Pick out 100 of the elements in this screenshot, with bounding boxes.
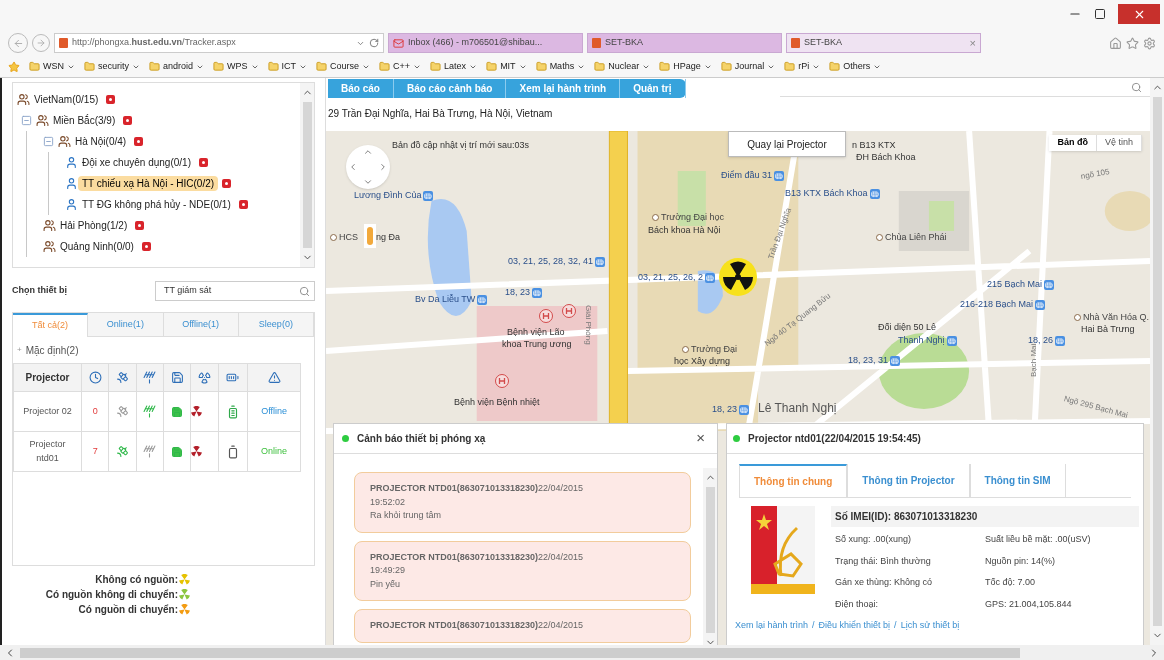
map-label: Bệnh viện Bệnh nhiệt — [454, 396, 540, 409]
bookmark-folder[interactable]: C++ — [393, 59, 411, 74]
star-icon[interactable] — [8, 60, 20, 73]
folder-icon — [267, 61, 279, 72]
favorites-icon[interactable] — [1126, 36, 1139, 50]
alert-card[interactable]: PROJECTOR NTD01(863071013318230)22/04/2015 19:49:29 Pin yếu — [354, 540, 691, 601]
bookmark-folder[interactable]: MIT — [500, 59, 516, 74]
device-search-field[interactable]: TT giám sát — [155, 281, 315, 301]
browser-tab[interactable]: SET-BKA — [587, 33, 782, 53]
bookmark-folder[interactable]: WSN — [43, 59, 64, 74]
browser-tab[interactable]: Inbox (466) - m706501@shibau... — [388, 33, 583, 53]
address-field[interactable]: http://phongxa.hust.edu.vn/Tracker.aspx — [54, 33, 384, 53]
alert-card[interactable]: PROJECTOR NTD01(863071013318230)22/04/2015 19:52:02 Ra khỏi trung tâm — [354, 472, 691, 533]
bookmark-folder[interactable]: Course — [330, 59, 360, 74]
bookmark-folder[interactable]: security — [98, 59, 129, 74]
home-icon[interactable] — [1109, 36, 1122, 50]
map-type-toggle[interactable]: Vệ tinh — [1096, 135, 1142, 151]
bus-stop-icon — [1055, 335, 1066, 346]
bookmark-folder[interactable]: Journal — [734, 59, 765, 74]
bookmark-folder[interactable]: WPS — [227, 59, 248, 74]
folder-icon — [829, 61, 841, 72]
folder-icon — [659, 61, 671, 72]
bookmark-folder[interactable]: Others — [843, 59, 871, 74]
panel-title: Cảnh báo thiết bị phóng xạ — [357, 432, 487, 446]
folder-icon — [784, 61, 796, 72]
map-label: Trần Đại Nghĩa — [765, 206, 795, 262]
scrollbar[interactable] — [1150, 78, 1164, 645]
tree-item[interactable]: TT ĐG không phá hủy - NDE(0/1) — [78, 197, 235, 212]
tree-item[interactable]: Đội xe chuyên dụng(0/1) — [78, 155, 195, 170]
tree-item[interactable]: TT chiếu xạ Hà Nội - HIC(0/2) — [78, 176, 219, 191]
people-icon — [43, 240, 56, 253]
map-label: Lương Đình Của — [354, 189, 422, 202]
scroll-down-icon[interactable] — [704, 637, 716, 645]
pegman-icon[interactable] — [364, 224, 376, 248]
alert-badge-icon — [222, 179, 232, 188]
back-to-projector-button[interactable]: Quay lại Projector — [728, 131, 846, 157]
memory-card-icon — [171, 405, 184, 418]
panel-title: Projector ntd01(22/04/2015 19:54:45) — [748, 432, 921, 446]
bookmark-folder[interactable]: Maths — [549, 59, 575, 74]
tree-item[interactable]: Hà Nội(0/4) — [71, 134, 131, 149]
horizontal-scrollbar[interactable] — [0, 645, 1164, 660]
alert-badge-icon — [135, 221, 145, 230]
tree-item[interactable]: Hải Phòng(1/2) — [56, 218, 132, 233]
map-type-toggle[interactable]: Bản đồ — [1049, 135, 1097, 151]
info-tab[interactable]: Thông tin Projector — [847, 464, 970, 497]
refresh-icon[interactable] — [369, 38, 379, 48]
browser-tab[interactable]: SET-BKA × — [786, 33, 981, 53]
alert-badge-icon — [134, 137, 144, 146]
bookmark-folder[interactable]: Latex — [444, 59, 467, 74]
folder-icon — [486, 61, 498, 72]
group-label[interactable]: Mặc định(2) — [25, 342, 79, 358]
tab-title: SET-BKA — [605, 36, 644, 50]
place-marker-icon — [1074, 314, 1081, 322]
map-label: B13 KTX Bách Khoa — [785, 187, 868, 200]
scrollbar[interactable] — [300, 83, 314, 267]
link-separator: / — [894, 619, 897, 632]
map-label: Nhà Văn Hóa Q. — [1083, 311, 1150, 324]
collapse-icon[interactable] — [43, 136, 54, 147]
map-label: Bách khoa Hà Nội — [648, 224, 721, 237]
bus-stop-icon — [477, 294, 488, 305]
info-field: Suất liều bề mặt: .00(uSV) — [985, 533, 1135, 547]
folder-icon — [213, 61, 225, 72]
map-label: 03, 21, 25, 28, 32, 41 — [508, 255, 594, 268]
device-link[interactable]: Xem lại hành trình — [735, 619, 809, 633]
info-tab[interactable]: Thông tin SIM — [969, 464, 1066, 497]
search-icon[interactable] — [1131, 82, 1142, 93]
map-label: học Xây dựng — [674, 355, 731, 368]
warning-icon — [267, 371, 281, 384]
site-icon — [791, 38, 800, 48]
close-button[interactable]: × — [696, 427, 705, 450]
person-icon — [65, 156, 78, 169]
site-icon — [59, 38, 68, 48]
search-icon[interactable] — [299, 285, 310, 297]
place-marker-icon — [682, 346, 689, 354]
tree-item[interactable]: Miền Bắc(3/9) — [49, 113, 120, 128]
alert-card[interactable]: PROJECTOR NTD01(863071013318230)22/04/2015 — [354, 609, 691, 643]
bus-stop-icon — [890, 355, 901, 366]
map-label: 18, 23 — [505, 286, 531, 299]
settings-icon[interactable] — [1143, 36, 1156, 50]
legend-label: Có nguồn không di chuyển: — [45, 588, 178, 602]
map-label: Trường Đại học — [661, 211, 725, 224]
scrollbar[interactable] — [703, 468, 717, 645]
legend-label: Có nguồn di chuyển: — [78, 603, 178, 617]
tree-item[interactable]: Quảng Ninh(0/0) — [56, 239, 138, 254]
map-label: ng Đa — [376, 231, 401, 244]
bookmark-folder[interactable]: android — [163, 59, 194, 74]
map-label: 215 Bạch Mai — [987, 278, 1043, 291]
tree-item[interactable]: VietNam(0/15) — [30, 92, 103, 107]
bookmark-folder[interactable]: HPage — [673, 59, 701, 74]
map-label: ĐH Bách Khoa — [856, 151, 916, 164]
maximize-icon[interactable] — [1094, 8, 1106, 20]
alert-badge-icon — [106, 95, 116, 104]
close-window-button[interactable] — [1118, 4, 1160, 24]
device-link[interactable]: Lịch sử thiết bị — [900, 619, 960, 633]
bookmark-folder[interactable]: Nuclear — [608, 59, 640, 74]
bookmark-folder[interactable]: ICT — [281, 59, 297, 74]
bookmark-folder[interactable]: rPi — [798, 59, 810, 74]
device-link[interactable]: Điều khiển thiết bị — [818, 619, 891, 633]
collapse-icon[interactable] — [21, 115, 32, 126]
link-separator: / — [812, 619, 815, 632]
